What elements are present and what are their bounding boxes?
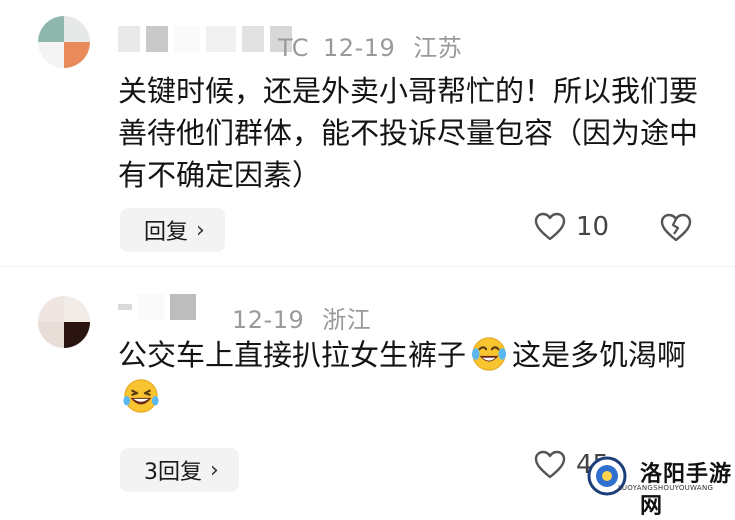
comment-meta: 12-19 浙江 [232,300,389,335]
reply-label: 3回复 [144,460,202,485]
comment-location: 江苏 [413,34,463,62]
username-suffix: TC [278,34,310,62]
grinning-squinting-face-icon [123,379,159,413]
avatar-mosaic-tile [64,296,90,322]
divider [0,266,735,267]
face-with-tears-of-joy-icon [471,337,507,371]
reply-button[interactable]: 3回复 › [120,448,239,492]
chevron-right-icon: › [196,217,205,243]
chevron-right-icon: › [210,457,219,483]
comment-text-part: 这是多饥渴啊 [512,338,687,372]
broken-heart-icon[interactable] [660,213,692,243]
username-blurred[interactable] [118,294,196,320]
heart-outline-icon [534,450,566,479]
comment-text: 公交车上直接扒拉女生裤子 这是多饥渴啊 [118,334,698,418]
avatar[interactable] [38,296,90,348]
avatar-mosaic-tile [38,42,64,68]
like-button[interactable]: 10 [534,212,609,242]
reply-label: 回复 [144,220,189,245]
avatar-mosaic-tile [38,296,64,322]
avatar-mosaic-tile [64,322,90,348]
reply-button[interactable]: 回复 › [120,208,225,252]
avatar-mosaic-tile [38,322,64,348]
comment-meta: TC 12-19 江苏 [278,28,480,63]
avatar-mosaic-tile [38,16,64,42]
comment-date: 12-19 [232,306,305,334]
comment-date: 12-19 [323,34,396,62]
comment-text-part: 公交车上直接扒拉女生裤子 [118,338,467,372]
avatar-mosaic-tile [64,42,90,68]
like-count: 10 [576,212,610,242]
comment-location: 浙江 [322,306,372,334]
avatar[interactable] [38,16,90,68]
heart-outline-icon [534,212,566,241]
watermark-subtitle: LUOYANGSHOUYOUWANG [618,484,714,492]
comment-item: TC 12-19 江苏 关键时候，还是外卖小哥帮忙的！所以我们要善待他们群体，能不投… [0,0,735,262]
username-blurred[interactable] [118,26,292,52]
avatar-mosaic-tile [64,16,90,42]
comment-text: 关键时候，还是外卖小哥帮忙的！所以我们要善待他们群体，能不投诉尽量包容（因为途中… [118,74,699,192]
